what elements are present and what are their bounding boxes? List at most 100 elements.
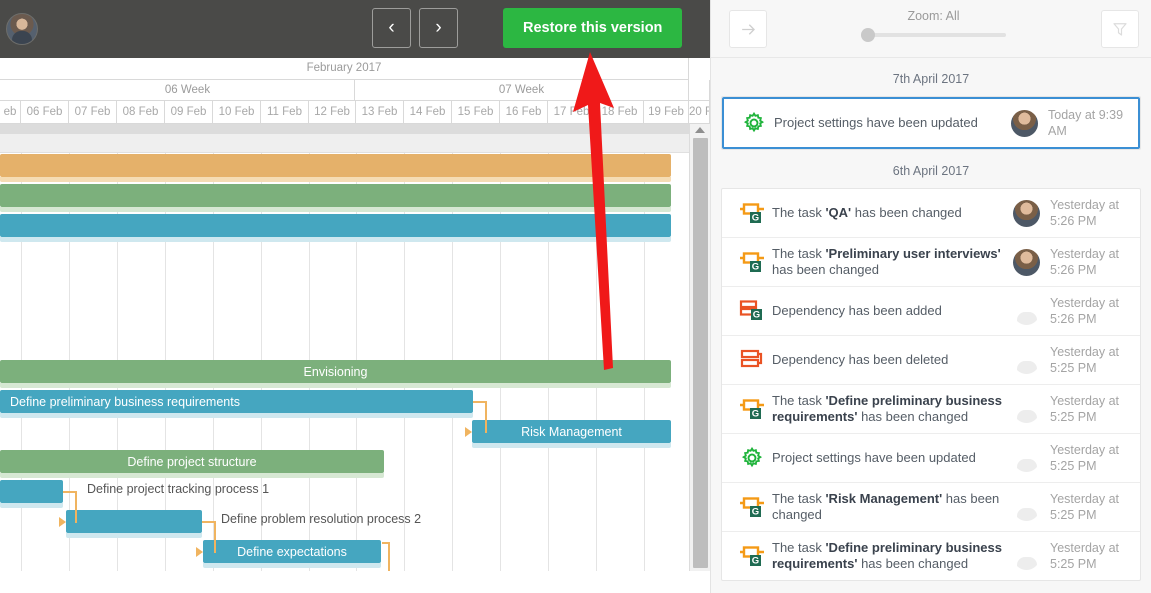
gantt-panel: ‹ › Restore this version February 2017 0… bbox=[0, 0, 710, 593]
gantt-task-bar[interactable] bbox=[0, 214, 671, 237]
gantt-progress-strip bbox=[0, 383, 671, 388]
user-avatar[interactable] bbox=[6, 13, 38, 45]
gantt-progress-strip bbox=[203, 563, 381, 568]
activity-item[interactable]: G The task 'Risk Management' has been ch… bbox=[722, 483, 1140, 532]
next-version-button[interactable]: › bbox=[419, 8, 458, 48]
timeline-day-cell: 17 Feb bbox=[548, 101, 596, 124]
previous-version-button[interactable]: ‹ bbox=[372, 8, 411, 48]
dependency-deleted-icon bbox=[732, 348, 772, 372]
gantt-task-external-label: Define problem resolution process 2 bbox=[221, 512, 422, 526]
zoom-label: Zoom: All bbox=[907, 9, 960, 23]
timeline-day-cell: 20 Fe bbox=[689, 101, 710, 124]
task-changed-icon: G bbox=[732, 544, 772, 568]
activity-item-text: The task 'Define preliminary business re… bbox=[772, 393, 1002, 424]
activity-toolbar: Zoom: All bbox=[711, 0, 1151, 58]
dependency-segment bbox=[202, 521, 214, 523]
timeline-day-cell: 19 Feb bbox=[644, 101, 689, 124]
timeline-day-cell: 15 Feb bbox=[452, 101, 500, 124]
activity-item-avatar bbox=[1013, 494, 1040, 521]
gantt-progress-strip bbox=[66, 533, 202, 538]
gantt-vertical-scrollbar[interactable] bbox=[689, 124, 710, 571]
scroll-up-arrow-icon[interactable] bbox=[695, 127, 705, 133]
dependency-segment bbox=[485, 401, 487, 433]
activity-item-avatar bbox=[1013, 199, 1040, 227]
timeline-day-row: eb 06 Feb 07 Feb 08 Feb 09 Feb 10 Feb 11 Feb 12… bbox=[0, 101, 710, 124]
gantt-task-bar[interactable] bbox=[0, 480, 63, 503]
task-changed-icon: G bbox=[740, 203, 764, 224]
svg-text:G: G bbox=[753, 310, 760, 321]
gantt-task-bar[interactable] bbox=[0, 154, 671, 177]
gantt-progress-strip bbox=[0, 177, 671, 182]
svg-text:G: G bbox=[752, 556, 759, 567]
task-changed-icon: G bbox=[740, 252, 764, 273]
activity-item-text: Dependency has been deleted bbox=[772, 352, 949, 367]
zoom-slider-track[interactable] bbox=[861, 28, 1006, 42]
zoom-slider-thumb[interactable] bbox=[861, 28, 875, 42]
dependency-segment bbox=[214, 521, 216, 553]
app-root: ‹ › Restore this version February 2017 0… bbox=[0, 0, 1151, 593]
svg-text:G: G bbox=[752, 507, 759, 518]
filter-button[interactable] bbox=[1101, 10, 1139, 48]
funnel-icon bbox=[1113, 23, 1127, 36]
gantt-task-bar[interactable]: Envisioning bbox=[0, 360, 671, 383]
timeline-day-cell: 08 Feb bbox=[117, 101, 165, 124]
activity-item-avatar bbox=[1013, 396, 1040, 423]
dependency-added-icon: G bbox=[739, 300, 762, 321]
timeline-day-cell: eb bbox=[0, 101, 21, 124]
timeline-day-cell: 09 Feb bbox=[165, 101, 213, 124]
activity-item[interactable]: G The task 'Define preliminary business … bbox=[722, 532, 1140, 580]
timeline-day-cell: 07 Feb bbox=[69, 101, 117, 124]
gantt-task-bar[interactable]: Define expectations bbox=[203, 540, 381, 563]
dependency-segment bbox=[63, 491, 75, 493]
dependency-arrow-head bbox=[465, 427, 472, 437]
dependency-arrow-head bbox=[196, 547, 203, 557]
restore-this-version-button[interactable]: Restore this version bbox=[503, 8, 683, 48]
gantt-progress-strip bbox=[0, 473, 384, 478]
gantt-progress-strip bbox=[0, 237, 671, 242]
timeline-week-row: 06 Week 07 Week bbox=[0, 80, 710, 101]
activity-item-avatar bbox=[1013, 347, 1040, 374]
activity-panel: Zoom: All 7th April 2017 Project setting… bbox=[710, 0, 1151, 593]
task-changed-icon: G bbox=[732, 250, 772, 274]
activity-item[interactable]: G The task 'Preliminary user interviews'… bbox=[722, 238, 1140, 287]
timeline-day-cell: 06 Feb bbox=[21, 101, 69, 124]
gantt-toolbar: ‹ › Restore this version bbox=[0, 0, 710, 58]
gantt-task-bar[interactable] bbox=[0, 184, 671, 207]
activity-item-timestamp: Yesterday at 5:26 PM bbox=[1050, 198, 1120, 228]
settings-gear-icon bbox=[743, 112, 765, 133]
task-changed-icon: G bbox=[740, 497, 764, 518]
activity-item[interactable]: G The task 'Define preliminary business … bbox=[722, 385, 1140, 434]
activity-item-timestamp: Yesterday at 5:25 PM bbox=[1050, 394, 1120, 424]
gantt-task-external-label: Define project tracking process 1 bbox=[87, 482, 270, 496]
collapse-panel-button[interactable] bbox=[729, 10, 767, 48]
gantt-task-bar[interactable]: Define project structure bbox=[0, 450, 384, 473]
activity-item[interactable]: Project settings have been updated Yester… bbox=[722, 434, 1140, 483]
timeline-week-cell bbox=[689, 80, 710, 101]
activity-feed[interactable]: 7th April 2017 Project settings have bee… bbox=[711, 58, 1151, 593]
svg-text:G: G bbox=[752, 262, 759, 273]
activity-item-text: The task 'Risk Management' has been chan… bbox=[772, 491, 1000, 522]
gantt-task-bar[interactable]: Risk Management bbox=[472, 420, 671, 443]
gantt-task-bar[interactable]: Define preliminary business requirements bbox=[0, 390, 473, 413]
timeline-week-cell: 06 Week bbox=[21, 80, 355, 101]
scrollbar-thumb[interactable] bbox=[693, 138, 708, 568]
activity-item[interactable]: G The task 'QA' has been changed Yesterda… bbox=[722, 189, 1140, 238]
settings-gear-icon bbox=[734, 112, 774, 134]
activity-item[interactable]: G Dependency has been added Yesterday at … bbox=[722, 287, 1140, 336]
activity-item-timestamp: Yesterday at 5:25 PM bbox=[1050, 345, 1120, 375]
timeline-day-cell: 12 Feb bbox=[309, 101, 356, 124]
activity-item[interactable]: Dependency has been deleted Yesterday at … bbox=[722, 336, 1140, 385]
activity-item-avatar bbox=[1013, 445, 1040, 472]
zoom-control: Zoom: All bbox=[861, 9, 1006, 42]
activity-item-selected[interactable]: Project settings have been updated Today … bbox=[722, 97, 1140, 149]
timeline-day-cell: 10 Feb bbox=[213, 101, 261, 124]
activity-item-text: The task 'QA' has been changed bbox=[772, 205, 962, 220]
settings-gear-icon bbox=[741, 447, 763, 468]
timeline-day-cell: 13 Feb bbox=[356, 101, 404, 124]
gantt-task-bar[interactable] bbox=[66, 510, 202, 533]
activity-date-separator: 7th April 2017 bbox=[892, 72, 970, 86]
activity-group: Project settings have been updated Today … bbox=[721, 96, 1141, 150]
settings-gear-icon bbox=[732, 447, 772, 469]
activity-item-timestamp: Yesterday at 5:25 PM bbox=[1050, 443, 1120, 473]
dependency-segment bbox=[473, 401, 485, 403]
